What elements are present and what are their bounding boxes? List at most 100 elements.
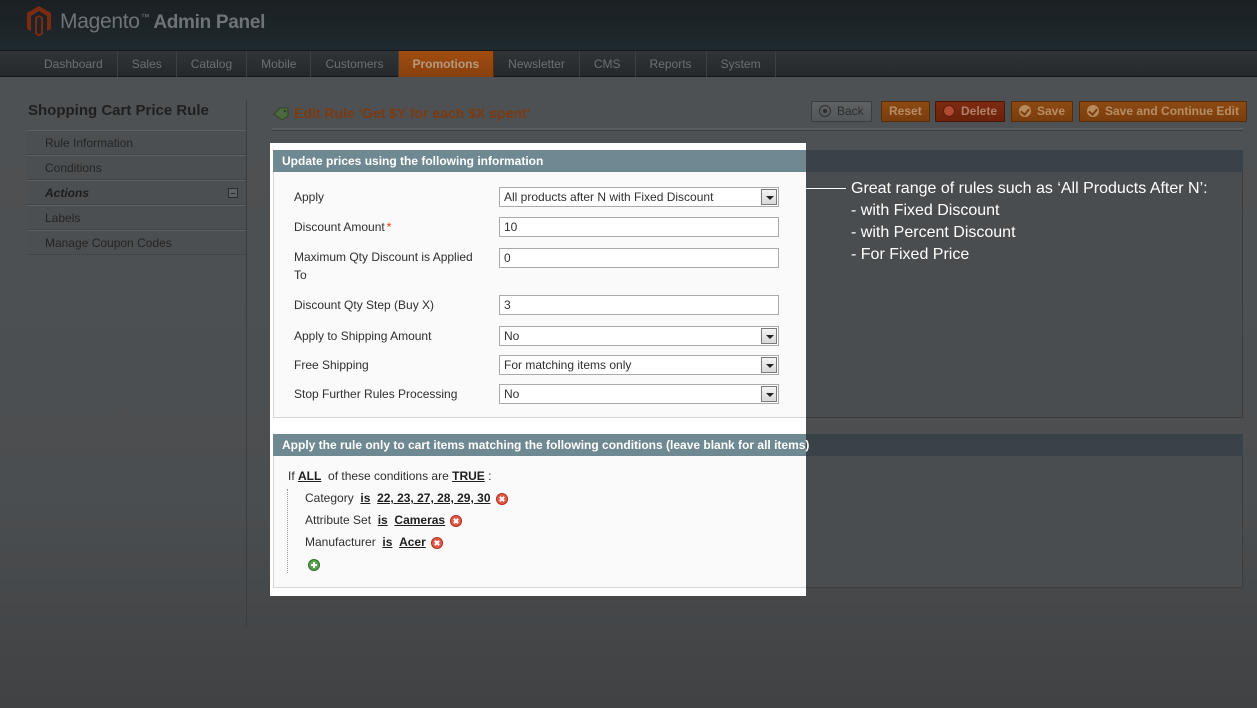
- chevron-down-icon: [761, 357, 777, 373]
- delete-label: Delete: [961, 104, 998, 118]
- apply-select[interactable]: All products after N with Fixed Discount: [499, 187, 779, 207]
- condition-value-link[interactable]: Acer: [399, 535, 426, 549]
- title-divider: [272, 128, 1243, 131]
- sidebar-item-actions[interactable]: Actions: [27, 180, 246, 205]
- condition-attribute: Manufacturer: [305, 535, 376, 549]
- remove-condition-icon[interactable]: [496, 493, 508, 505]
- max-qty-input[interactable]: 0: [499, 248, 779, 268]
- condition-attribute: Attribute Set: [305, 513, 372, 527]
- nav-item-customers[interactable]: Customers: [311, 51, 399, 77]
- nav-item-promotions[interactable]: Promotions: [398, 51, 495, 77]
- save-continue-label: Save and Continue Edit: [1105, 104, 1240, 118]
- remove-condition-icon[interactable]: [431, 537, 443, 549]
- if-text: If: [288, 469, 295, 483]
- apply-value: All products after N with Fixed Discount: [504, 190, 714, 204]
- chevron-down-icon: [761, 328, 777, 344]
- nav-list: Dashboard Sales Catalog Mobile Customers…: [30, 51, 776, 77]
- conditions-middle-text: of these conditions are: [328, 469, 449, 483]
- condition-value-link[interactable]: Cameras: [394, 513, 445, 527]
- logo-text: Magento™ Admin Panel: [60, 10, 265, 34]
- nav-item-catalog[interactable]: Catalog: [177, 51, 248, 77]
- chevron-down-icon: [761, 386, 777, 402]
- max-qty-label: Maximum Qty Discount is Applied To: [294, 250, 473, 282]
- delete-icon: [943, 105, 955, 117]
- condition-value-link[interactable]: 22, 23, 27, 28, 29, 30: [377, 491, 490, 505]
- annotation-line-1: Great range of rules such as ‘All Produc…: [851, 180, 1208, 197]
- sidebar-tabs: Rule Information Conditions Actions Labe…: [27, 130, 246, 255]
- back-button[interactable]: Back: [811, 101, 872, 122]
- discount-amount-input[interactable]: 10: [499, 217, 779, 237]
- nav-item-sales[interactable]: Sales: [118, 51, 177, 77]
- nav-item-system[interactable]: System: [707, 51, 776, 77]
- nav-item-mobile[interactable]: Mobile: [247, 51, 312, 77]
- nav-item-cms[interactable]: CMS: [580, 51, 636, 77]
- apply-shipping-label: Apply to Shipping Amount: [294, 329, 432, 343]
- page-title: Edit Rule 'Get $Y for each $X spent': [294, 105, 530, 121]
- sidebar-divider: [246, 100, 247, 628]
- back-icon: [819, 105, 831, 117]
- check-icon: [1087, 105, 1099, 117]
- panel-name: Admin Panel: [153, 12, 266, 33]
- actions-section-body: Apply All products after N with Fixed Di…: [273, 172, 806, 418]
- sidebar-item-label: Labels: [45, 211, 81, 225]
- sidebar-item-labels[interactable]: Labels: [27, 205, 246, 230]
- conditions-tree-line: [287, 489, 288, 573]
- nav-item-dashboard[interactable]: Dashboard: [30, 51, 118, 77]
- nav-item-reports[interactable]: Reports: [636, 51, 707, 77]
- apply-label: Apply: [294, 190, 325, 204]
- add-condition-icon[interactable]: [308, 559, 320, 571]
- free-shipping-label: Free Shipping: [294, 358, 369, 372]
- condition-row-category: Category is 22, 23, 27, 28, 29, 30: [305, 491, 491, 505]
- annotation-line-3: - with Percent Discount: [851, 224, 1016, 241]
- discount-amount-label: Discount Amount *: [294, 218, 484, 236]
- annotation-line-2: - with Fixed Discount: [851, 202, 1000, 219]
- free-shipping-value: For matching items only: [504, 358, 632, 372]
- price-tag-icon: [273, 107, 289, 121]
- qty-step-label: Discount Qty Step (Buy X): [294, 298, 435, 312]
- main-nav: Dashboard Sales Catalog Mobile Customers…: [0, 50, 1257, 77]
- value-link[interactable]: TRUE: [452, 469, 485, 483]
- free-shipping-select[interactable]: For matching items only: [499, 355, 779, 375]
- sidebar-item-label: Manage Coupon Codes: [45, 236, 172, 250]
- reset-button[interactable]: Reset: [881, 101, 930, 122]
- sidebar-item-conditions[interactable]: Conditions: [27, 155, 246, 180]
- condition-row-attribute-set: Attribute Set is Cameras: [305, 513, 445, 527]
- conditions-fieldset-body-bg: [806, 456, 1243, 588]
- save-continue-button[interactable]: Save and Continue Edit: [1079, 101, 1248, 122]
- sidebar-item-manage-coupon-codes[interactable]: Manage Coupon Codes: [27, 230, 246, 255]
- back-label: Back: [837, 104, 864, 118]
- changed-indicator-icon: [228, 188, 238, 198]
- save-button[interactable]: Save: [1011, 101, 1074, 122]
- qty-step-input[interactable]: 3: [499, 295, 779, 315]
- conditions-root: If ALL of these conditions are TRUE :: [288, 469, 491, 483]
- sidebar-item-rule-information[interactable]: Rule Information: [27, 130, 246, 155]
- sidebar-item-label: Rule Information: [45, 136, 134, 150]
- stop-rules-value: No: [504, 387, 520, 401]
- delete-button[interactable]: Delete: [935, 101, 1006, 122]
- condition-attribute: Category: [305, 491, 354, 505]
- highlight-panel: Update prices using the following inform…: [270, 143, 809, 596]
- condition-operator-link[interactable]: is: [378, 513, 388, 527]
- actions-section-heading: Update prices using the following inform…: [273, 150, 806, 172]
- remove-condition-icon[interactable]: [450, 515, 462, 527]
- nav-item-newsletter[interactable]: Newsletter: [494, 51, 580, 77]
- conditions-section-heading: Apply the rule only to cart items matchi…: [273, 434, 809, 456]
- reset-label: Reset: [889, 104, 922, 118]
- conditions-fieldset-header-bg: [806, 434, 1243, 456]
- brand-name: Magento: [60, 10, 140, 33]
- trademark: ™: [140, 12, 150, 22]
- admin-header: Magento™ Admin Panel: [0, 0, 1257, 50]
- annotation-line-4: - For Fixed Price: [851, 246, 970, 263]
- aggregator-link[interactable]: ALL: [298, 469, 321, 483]
- chevron-down-icon: [761, 189, 777, 205]
- condition-operator-link[interactable]: is: [360, 491, 370, 505]
- actions-fieldset-header-bg: [806, 150, 1243, 172]
- annotation-pointer-line: [806, 188, 846, 189]
- sidebar-title: Shopping Cart Price Rule: [28, 102, 209, 119]
- stop-rules-select[interactable]: No: [499, 384, 779, 404]
- sidebar-item-label: Actions: [45, 186, 90, 200]
- save-label: Save: [1037, 104, 1066, 118]
- apply-shipping-select[interactable]: No: [499, 326, 779, 346]
- stop-rules-label: Stop Further Rules Processing: [294, 387, 458, 401]
- condition-operator-link[interactable]: is: [382, 535, 392, 549]
